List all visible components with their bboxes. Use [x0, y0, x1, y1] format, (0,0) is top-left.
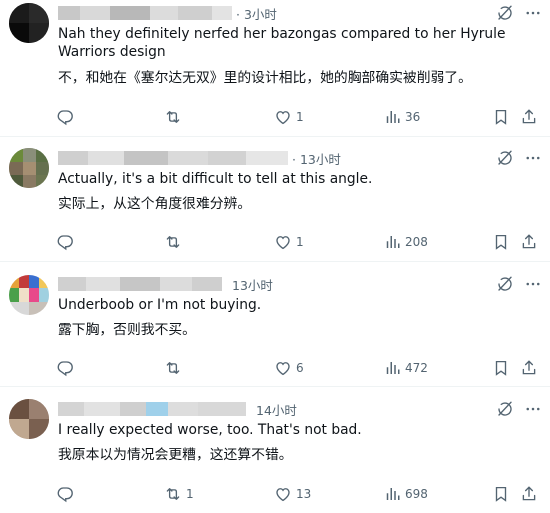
views-icon — [383, 233, 401, 251]
heart-icon — [274, 233, 292, 251]
avatar[interactable] — [9, 3, 49, 43]
author-name-redacted[interactable] — [58, 402, 246, 416]
like-button[interactable]: 1 — [274, 107, 304, 127]
bookmark-icon — [492, 485, 510, 503]
avatar[interactable] — [9, 148, 49, 188]
share-button[interactable] — [520, 232, 538, 252]
reply-button[interactable] — [56, 484, 78, 504]
views-button[interactable]: 208 — [383, 232, 428, 252]
avatar[interactable] — [9, 275, 49, 315]
tweet-header: 14小时 — [58, 400, 297, 418]
grok-icon[interactable] — [496, 149, 514, 167]
reply-icon — [56, 359, 74, 377]
tweet-translation: 实际上，从这个角度很难分辨。 — [58, 196, 252, 212]
views-button[interactable]: 36 — [383, 107, 420, 127]
tweet-text: Nah they definitely nerfed her bazongas … — [58, 26, 506, 60]
like-count: 13 — [296, 487, 312, 501]
view-count: 698 — [405, 487, 428, 501]
heart-icon — [274, 359, 292, 377]
retweet-count: 1 — [186, 487, 194, 501]
more-icon[interactable] — [524, 400, 542, 418]
like-button[interactable]: 1 — [274, 232, 304, 252]
grok-icon[interactable] — [496, 400, 514, 418]
retweet-icon — [164, 233, 182, 251]
views-icon — [383, 108, 401, 126]
share-button[interactable] — [520, 358, 538, 378]
action-bar: 1 208 — [0, 232, 550, 252]
reply-icon — [56, 233, 74, 251]
tweet-4[interactable]: 14小时 I really expected worse, too. That'… — [0, 387, 550, 513]
bookmark-icon — [492, 233, 510, 251]
grok-icon[interactable] — [496, 275, 514, 293]
reply-button[interactable] — [56, 358, 78, 378]
tweet-1[interactable]: · 3小时 Nah they definitely nerfed her baz… — [0, 0, 550, 136]
retweet-button[interactable] — [164, 107, 186, 127]
more-icon[interactable] — [524, 275, 542, 293]
reply-button[interactable] — [56, 107, 78, 127]
timestamp[interactable]: · 3小时 — [236, 4, 277, 23]
tweet-text: I really expected worse, too. That's not… — [58, 422, 362, 438]
author-name-redacted[interactable] — [58, 151, 288, 165]
author-name-redacted[interactable] — [58, 277, 222, 291]
like-count: 1 — [296, 110, 304, 124]
heart-icon — [274, 485, 292, 503]
bookmark-button[interactable] — [492, 107, 510, 127]
share-icon — [520, 233, 538, 251]
action-bar: 1 36 — [0, 107, 550, 127]
like-count: 1 — [296, 235, 304, 249]
tweet-3[interactable]: 13小时 Underboob or I'm not buying. 露下胸，否则… — [0, 262, 550, 386]
reply-icon — [56, 108, 74, 126]
tweet-translation: 露下胸，否则我不买。 — [58, 322, 196, 338]
views-icon — [383, 359, 401, 377]
tweet-text: Underboob or I'm not buying. — [58, 297, 262, 313]
like-button[interactable]: 6 — [274, 358, 304, 378]
bookmark-icon — [492, 108, 510, 126]
action-bar: 6 472 — [0, 358, 550, 378]
author-name-redacted[interactable] — [58, 6, 232, 20]
retweet-button[interactable] — [164, 358, 186, 378]
share-icon — [520, 485, 538, 503]
bookmark-button[interactable] — [492, 358, 510, 378]
heart-icon — [274, 108, 292, 126]
tweet-translation: 我原本以为情况会更糟，这还算不错。 — [58, 447, 293, 463]
like-count: 6 — [296, 361, 304, 375]
action-bar: 1 13 698 — [0, 484, 550, 504]
grok-icon[interactable] — [496, 4, 514, 22]
views-button[interactable]: 472 — [383, 358, 428, 378]
more-icon[interactable] — [524, 149, 542, 167]
reply-button[interactable] — [56, 232, 78, 252]
tweet-translation: 不，和她在《塞尔达无双》里的设计相比，她的胸部确实被削弱了。 — [58, 70, 472, 86]
share-icon — [520, 359, 538, 377]
view-count: 472 — [405, 361, 428, 375]
tweet-header: · 3小时 — [58, 4, 277, 22]
more-icon[interactable] — [524, 4, 542, 22]
bookmark-button[interactable] — [492, 484, 510, 504]
tweet-2[interactable]: · 13小时 Actually, it's a bit difficult to… — [0, 137, 550, 261]
avatar[interactable] — [9, 399, 49, 439]
tweet-text: Actually, it's a bit difficult to tell a… — [58, 171, 373, 187]
bookmark-icon — [492, 359, 510, 377]
bookmark-button[interactable] — [492, 232, 510, 252]
retweet-button[interactable]: 1 — [164, 484, 194, 504]
timestamp[interactable]: 13小时 — [232, 275, 273, 294]
retweet-icon — [164, 108, 182, 126]
tweet-header: · 13小时 — [58, 149, 341, 167]
retweet-icon — [164, 359, 182, 377]
retweet-button[interactable] — [164, 232, 186, 252]
share-button[interactable] — [520, 484, 538, 504]
retweet-icon — [164, 485, 182, 503]
views-button[interactable]: 698 — [383, 484, 428, 504]
share-button[interactable] — [520, 107, 538, 127]
views-icon — [383, 485, 401, 503]
timestamp[interactable]: · 13小时 — [292, 149, 341, 168]
like-button[interactable]: 13 — [274, 484, 311, 504]
view-count: 208 — [405, 235, 428, 249]
tweet-header: 13小时 — [58, 275, 273, 293]
view-count: 36 — [405, 110, 421, 124]
share-icon — [520, 108, 538, 126]
reply-icon — [56, 485, 74, 503]
timestamp[interactable]: 14小时 — [256, 400, 297, 419]
